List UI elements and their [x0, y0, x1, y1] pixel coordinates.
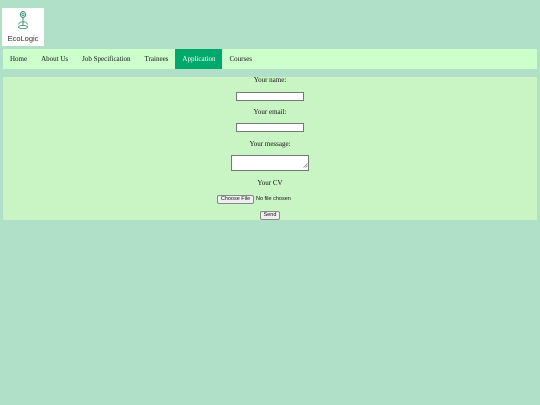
- name-label: Your name:: [253, 76, 287, 84]
- nav-item-about-us[interactable]: About Us: [34, 49, 75, 69]
- main-nav: Home About Us Job Specification Trainees…: [3, 49, 537, 69]
- application-form: Your name: Your email: Your message: You…: [3, 76, 537, 220]
- file-status-text: No file chosen: [256, 196, 291, 202]
- nav-item-home[interactable]: Home: [3, 49, 34, 69]
- nav-item-application[interactable]: Application: [175, 49, 223, 69]
- nav-item-job-specification[interactable]: Job Specification: [75, 49, 137, 69]
- name-input[interactable]: [236, 92, 304, 101]
- ecologic-logo[interactable]: EcoLogic: [2, 8, 44, 46]
- email-label: Your email:: [253, 108, 287, 116]
- nav-item-trainees[interactable]: Trainees: [138, 49, 176, 69]
- cv-label: Your CV: [257, 179, 283, 187]
- tree-ring-icon: [18, 11, 28, 29]
- message-textarea[interactable]: [231, 155, 309, 171]
- email-input[interactable]: [236, 123, 304, 132]
- send-button[interactable]: Send: [260, 211, 280, 220]
- message-label: Your message:: [249, 140, 291, 148]
- logo-text: EcoLogic: [7, 34, 39, 43]
- nav-item-courses[interactable]: Courses: [222, 49, 259, 69]
- choose-file-button[interactable]: Choose File: [217, 195, 254, 204]
